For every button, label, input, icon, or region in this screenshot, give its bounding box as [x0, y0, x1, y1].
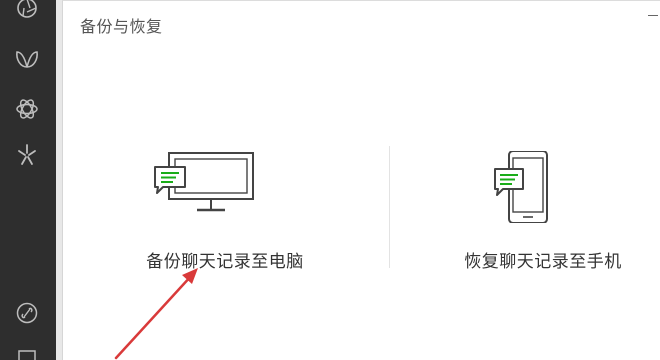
more-icon[interactable]: [14, 346, 40, 360]
minimize-button[interactable]: [644, 7, 660, 21]
backup-to-pc-option[interactable]: 备份聊天记录至电脑: [105, 141, 345, 281]
discover-icon[interactable]: [14, 142, 40, 168]
backup-restore-dialog: 备份与恢复 备份聊天记录至电脑 恢复聊天记录至手机: [62, 0, 660, 360]
sidebar: [0, 0, 56, 360]
restore-to-phone-label: 恢复聊天记录至手机: [464, 252, 622, 272]
dialog-title: 备份与恢复: [80, 17, 163, 36]
moments-icon[interactable]: [14, 0, 40, 26]
mini-program-icon[interactable]: [14, 96, 40, 122]
backup-to-pc-label: 备份聊天记录至电脑: [146, 252, 304, 272]
monitor-chat-icon: [149, 151, 259, 221]
app-window: 备份与恢复 备份聊天记录至电脑 恢复聊天记录至手机: [0, 0, 660, 360]
restore-to-phone-option[interactable]: 恢复聊天记录至手机: [423, 141, 660, 281]
option-divider: [389, 146, 390, 268]
phone-chat-icon: [489, 150, 559, 227]
link-icon[interactable]: [14, 300, 40, 326]
channels-icon[interactable]: [14, 47, 40, 73]
